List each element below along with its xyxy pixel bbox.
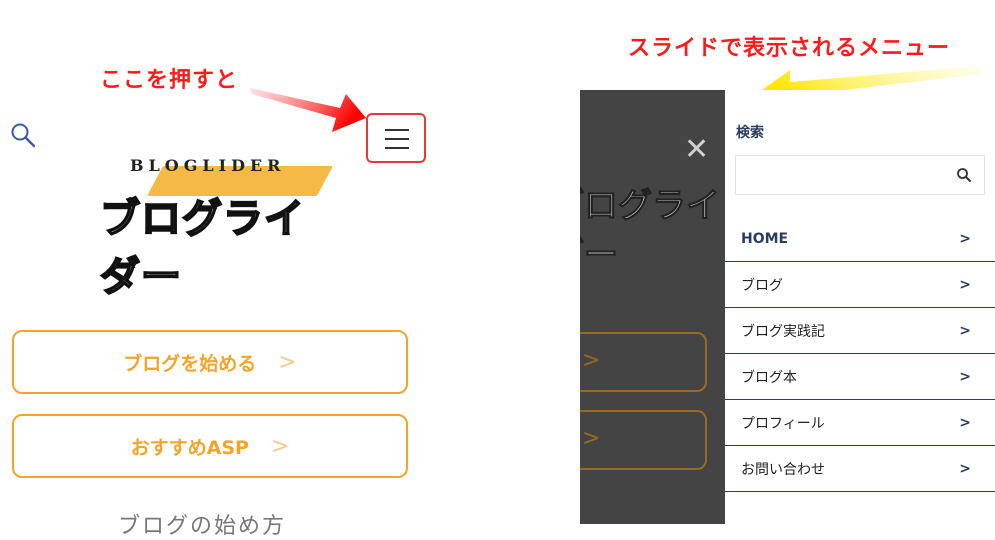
logo-japanese: ブログライダー (99, 195, 305, 301)
slide-menu-drawer: 検索 HOME > ブログ > ブログ実践記 > ブログ本 > プロフィール >… (725, 90, 995, 524)
chevron-right-icon: > (959, 322, 971, 339)
recommended-asp-button[interactable]: おすすめASP > (12, 414, 408, 478)
menu-item-profile[interactable]: プロフィール > (725, 400, 995, 446)
logo-english: BLOGLIDER (130, 156, 286, 175)
logo-fragment: ブログライダー (580, 186, 721, 276)
chevron-right-icon: > (959, 368, 971, 385)
annotation-press-here: ここを押すと (100, 68, 239, 93)
dimmed-page-overlay[interactable]: ✕ ブログライダー > > (580, 90, 725, 524)
chevron-right-icon: > (959, 460, 971, 477)
chevron-right-icon: > (959, 230, 971, 247)
start-blog-button[interactable]: ブログを始める > (12, 330, 408, 394)
close-icon[interactable]: ✕ (684, 132, 709, 167)
menu-item-blog[interactable]: ブログ > (725, 262, 995, 308)
hamburger-icon (385, 129, 409, 131)
menu-item-home[interactable]: HOME > (725, 216, 995, 262)
red-arrow (250, 88, 366, 132)
menu-item-label: お問い合わせ (741, 461, 825, 478)
menu-item-label: ブログ本 (741, 369, 797, 386)
menu-item-blog-practice[interactable]: ブログ実践記 > (725, 308, 995, 354)
chevron-right-icon: > (278, 349, 297, 375)
menu-item-label: プロフィール (741, 415, 825, 432)
search-icon[interactable] (956, 167, 972, 183)
hamburger-menu-button[interactable] (366, 113, 426, 163)
chevron-right-icon: > (959, 414, 971, 431)
section-heading-cut: ブログの始め方 (118, 514, 287, 539)
annotation-slide-menu: スライドで表示されるメニュー (628, 36, 951, 61)
button-fragment: > (580, 410, 707, 470)
search-heading: 検索 (736, 125, 764, 141)
menu-item-blog-books[interactable]: ブログ本 > (725, 354, 995, 400)
search-input[interactable] (735, 155, 985, 195)
search-icon[interactable] (10, 122, 38, 150)
menu-item-label: ブログ (741, 277, 783, 294)
chevron-right-icon: > (959, 276, 971, 293)
start-blog-label: ブログを始める (123, 352, 257, 375)
menu-item-label: ブログ実践記 (741, 323, 825, 340)
menu-item-contact[interactable]: お問い合わせ > (725, 446, 995, 492)
chevron-right-icon: > (270, 433, 290, 459)
button-fragment: > (580, 332, 707, 392)
menu-item-label: HOME (741, 230, 789, 247)
site-logo[interactable]: BLOGLIDER ブログライダー (99, 150, 333, 301)
recommended-asp-label: おすすめASP (130, 436, 249, 459)
